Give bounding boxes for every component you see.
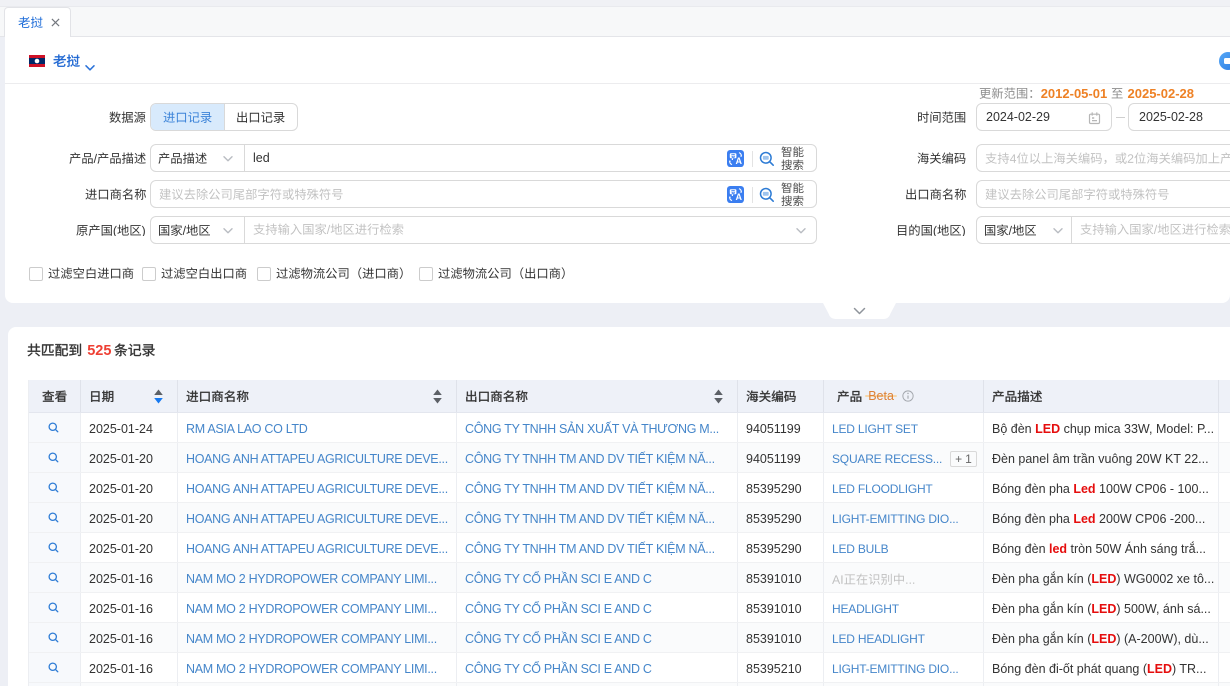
svg-text:A: A xyxy=(736,156,743,166)
svg-text:A: A xyxy=(736,192,743,202)
